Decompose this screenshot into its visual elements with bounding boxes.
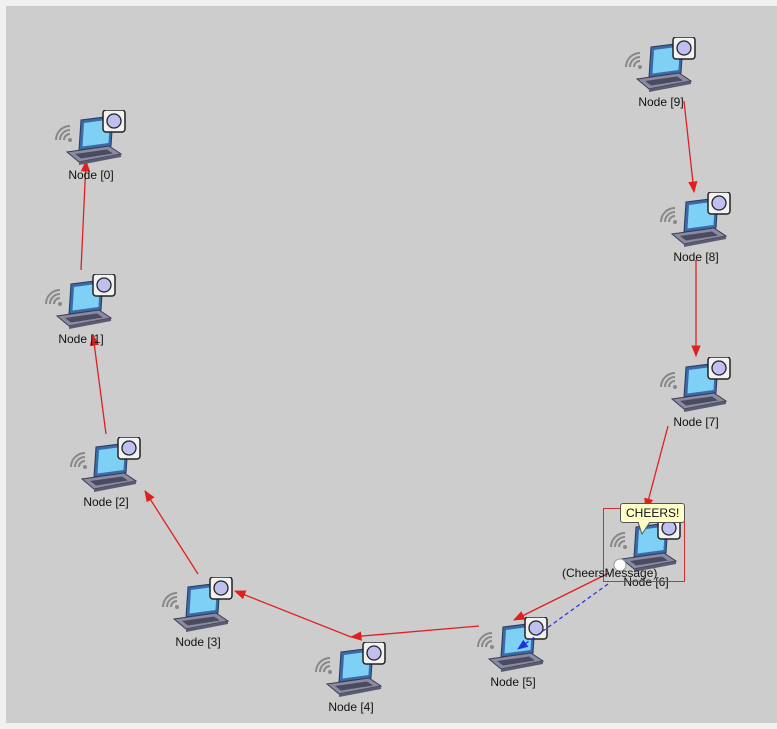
bubble-tail-icon bbox=[637, 522, 651, 536]
network-canvas[interactable]: Node [0] Node [1] Node [2] Node [3] Node… bbox=[6, 6, 777, 723]
cheers-bubble: CHEERS! bbox=[620, 503, 686, 523]
message-label: (CheersMessage) bbox=[562, 566, 658, 580]
message-path bbox=[517, 583, 609, 650]
message-layer bbox=[517, 558, 627, 650]
